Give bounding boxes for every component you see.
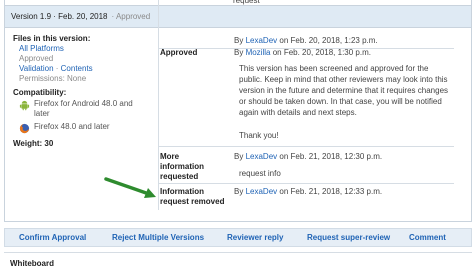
history-entry-4-meta: By LexaDev on Feb. 21, 2018, 12:33 p.m.: [234, 187, 383, 196]
history-divider: [158, 183, 454, 184]
history-entry-1-meta: By LexaDev on Feb. 20, 2018, 1:23 p.m.: [234, 36, 378, 45]
version-status: · Approved: [111, 12, 151, 21]
user-link[interactable]: LexaDev: [246, 152, 278, 161]
validation-link[interactable]: Validation: [19, 64, 54, 73]
request-super-review-button[interactable]: Request super-review: [307, 229, 390, 246]
file-status: Approved: [19, 54, 54, 63]
compat-firefox-line1: Firefox 48.0 and later: [34, 122, 110, 131]
version-details: Files in this version: All Platforms App…: [13, 34, 153, 149]
reviewer-reply-button[interactable]: Reviewer reply: [227, 229, 283, 246]
weight-text: Weight: 30: [13, 139, 54, 148]
user-link[interactable]: LexaDev: [246, 187, 278, 196]
history-label-more-info: More information requested: [160, 152, 204, 181]
compat-item-android: Firefox for Android 48.0 and later: [13, 99, 153, 119]
review-actions-bar: Confirm Approval Reject Multiple Version…: [4, 228, 472, 247]
permissions-text: Permissions: None: [19, 74, 87, 83]
firefox-icon: [19, 123, 30, 134]
history-divider: [158, 146, 454, 147]
android-icon: [19, 100, 30, 111]
files-heading: Files in this version:: [13, 34, 91, 43]
history-label-info-removed: Information request removed: [160, 187, 225, 206]
compat-android-line1: Firefox for Android 48.0 and: [34, 99, 133, 108]
contents-link[interactable]: Contents: [61, 64, 93, 73]
version-header[interactable]: Version 1.9 · Feb. 20, 2018 · Approved: [5, 5, 471, 28]
history-label-approved: Approved: [160, 48, 198, 57]
approval-thanks: Thank you!: [239, 131, 279, 140]
link-separator: ·: [53, 64, 61, 73]
all-platforms-link[interactable]: All Platforms: [19, 44, 64, 53]
version-title: Version 1.9 · Feb. 20, 2018: [11, 12, 108, 21]
compat-item-firefox: Firefox 48.0 and later: [13, 122, 153, 134]
divider: [4, 252, 472, 253]
approval-message: This version has been screened and appro…: [239, 64, 449, 117]
annotation-arrow-icon: [104, 177, 156, 198]
user-link[interactable]: Mozilla: [246, 48, 271, 57]
history-entry-3-meta: By LexaDev on Feb. 21, 2018, 12:30 p.m.: [234, 152, 383, 161]
history-entry-2-meta: By Mozilla on Feb. 20, 2018, 1:30 p.m.: [234, 48, 371, 57]
compatibility-heading: Compatibility:: [13, 88, 67, 97]
reject-multiple-versions-button[interactable]: Reject Multiple Versions: [112, 229, 204, 246]
comment-button[interactable]: Comment: [409, 229, 446, 246]
request-info-text: request info: [239, 169, 281, 178]
confirm-approval-button[interactable]: Confirm Approval: [19, 229, 86, 246]
compat-android-line2: later: [34, 109, 50, 118]
user-link[interactable]: LexaDev: [246, 36, 278, 45]
whiteboard-heading: Whiteboard: [10, 259, 54, 268]
